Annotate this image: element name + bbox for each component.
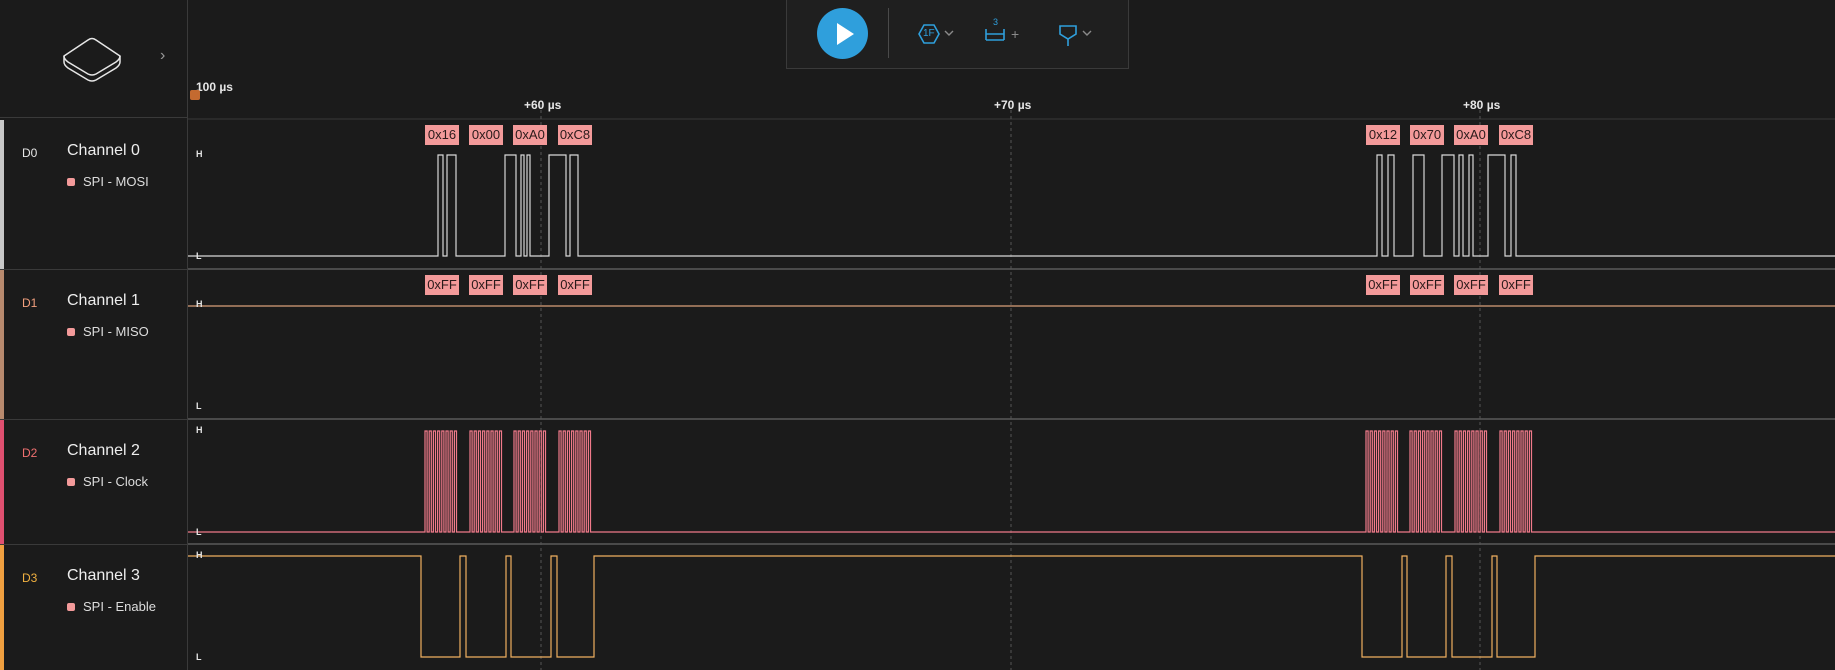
- decoded-byte-label[interactable]: 0xFF: [1454, 275, 1488, 295]
- analyzer-name: SPI - Clock: [83, 474, 149, 489]
- analyzer-name: SPI - Enable: [83, 599, 156, 614]
- decoded-byte-label[interactable]: 0xFF: [425, 275, 459, 295]
- channel-id: D0: [22, 146, 38, 160]
- decoded-byte-label[interactable]: 0xA0: [513, 125, 547, 145]
- level-low-label: L: [196, 401, 202, 411]
- decoded-byte-label[interactable]: 0xFF: [558, 275, 592, 295]
- measure-ruler-icon: [985, 29, 1005, 41]
- chevron-right-icon[interactable]: ›: [160, 48, 165, 64]
- analyzer-color-dot: [67, 178, 75, 186]
- analyzer-name: SPI - MOSI: [83, 174, 149, 189]
- timeline-start-label: 100 µs: [196, 80, 233, 94]
- channel-name[interactable]: Channel 1: [67, 292, 140, 310]
- capture-toolbar: 1F 3 +: [786, 0, 1129, 69]
- channel-panel: › D0 Channel 0 SPI - MOSI D1 Channel 1 S…: [0, 0, 188, 670]
- trigger-hexagon-icon: [918, 24, 954, 44]
- decoded-byte-label[interactable]: 0xFF: [469, 275, 503, 295]
- timeline-tick: +80 µs: [1463, 98, 1501, 112]
- trigger-badge: 1F: [923, 28, 935, 39]
- level-high-label: H: [196, 149, 203, 159]
- channel-row-3[interactable]: D3 Channel 3 SPI - Enable: [0, 545, 188, 670]
- timeline-tick: +70 µs: [994, 98, 1032, 112]
- decoded-byte-label[interactable]: 0x16: [425, 125, 459, 145]
- channel-id: D1: [22, 296, 38, 310]
- enable-trace: [188, 555, 1835, 658]
- decoded-byte-label[interactable]: 0xFF: [1366, 275, 1400, 295]
- analyzer-color-dot: [67, 603, 75, 611]
- plus-icon: +: [1011, 26, 1020, 42]
- decoded-byte-label[interactable]: 0xC8: [558, 125, 592, 145]
- channel-id: D2: [22, 446, 38, 460]
- decoded-byte-label[interactable]: 0xA0: [1454, 125, 1488, 145]
- level-low-label: L: [196, 527, 202, 537]
- channel-name[interactable]: Channel 2: [67, 442, 140, 460]
- channel-color-stripe: [0, 420, 4, 544]
- level-high-label: H: [196, 550, 203, 560]
- channel-row-1[interactable]: D1 Channel 1 SPI - MISO: [0, 270, 188, 420]
- level-low-label: L: [196, 652, 202, 662]
- decoded-byte-label[interactable]: 0xFF: [513, 275, 547, 295]
- channel-row-2[interactable]: D2 Channel 2 SPI - Clock: [0, 420, 188, 545]
- logic-device-icon: [63, 37, 121, 82]
- timeline-start-marker[interactable]: [190, 90, 200, 100]
- trigger-menu-button[interactable]: 1F: [913, 20, 957, 48]
- decoded-byte-label[interactable]: 0x70: [1410, 125, 1444, 145]
- level-high-label: H: [196, 299, 203, 309]
- decoded-byte-label[interactable]: 0xFF: [1499, 275, 1533, 295]
- decoded-byte-label[interactable]: 0x12: [1366, 125, 1400, 145]
- decoded-byte-label[interactable]: 0x00: [469, 125, 503, 145]
- measurement-add-button[interactable]: 3 +: [983, 17, 1027, 48]
- channel-color-stripe: [0, 270, 4, 419]
- channel-name[interactable]: Channel 3: [67, 567, 140, 585]
- marker-flag-icon: [1059, 25, 1092, 46]
- start-capture-button[interactable]: [817, 8, 868, 59]
- logo-area: ›: [0, 0, 188, 118]
- decoded-byte-label[interactable]: 0xC8: [1499, 125, 1533, 145]
- decoded-byte-label[interactable]: 0xFF: [1410, 275, 1444, 295]
- channel-color-stripe: [0, 545, 4, 670]
- channel-row-0[interactable]: D0 Channel 0 SPI - MOSI: [0, 120, 188, 270]
- toolbar-divider: [888, 8, 889, 58]
- channel-name[interactable]: Channel 0: [67, 142, 140, 160]
- analyzer-color-dot: [67, 478, 75, 486]
- analyzer-color-dot: [67, 328, 75, 336]
- level-low-label: L: [196, 251, 202, 261]
- timeline-tick: +60 µs: [524, 98, 562, 112]
- channel-id: D3: [22, 571, 38, 585]
- marker-menu-button[interactable]: [1055, 20, 1099, 48]
- measure-count-badge: 3: [993, 17, 999, 27]
- channel-color-stripe: [0, 120, 4, 269]
- play-icon: [837, 23, 854, 45]
- level-high-label: H: [196, 425, 203, 435]
- analyzer-name: SPI - MISO: [83, 324, 149, 339]
